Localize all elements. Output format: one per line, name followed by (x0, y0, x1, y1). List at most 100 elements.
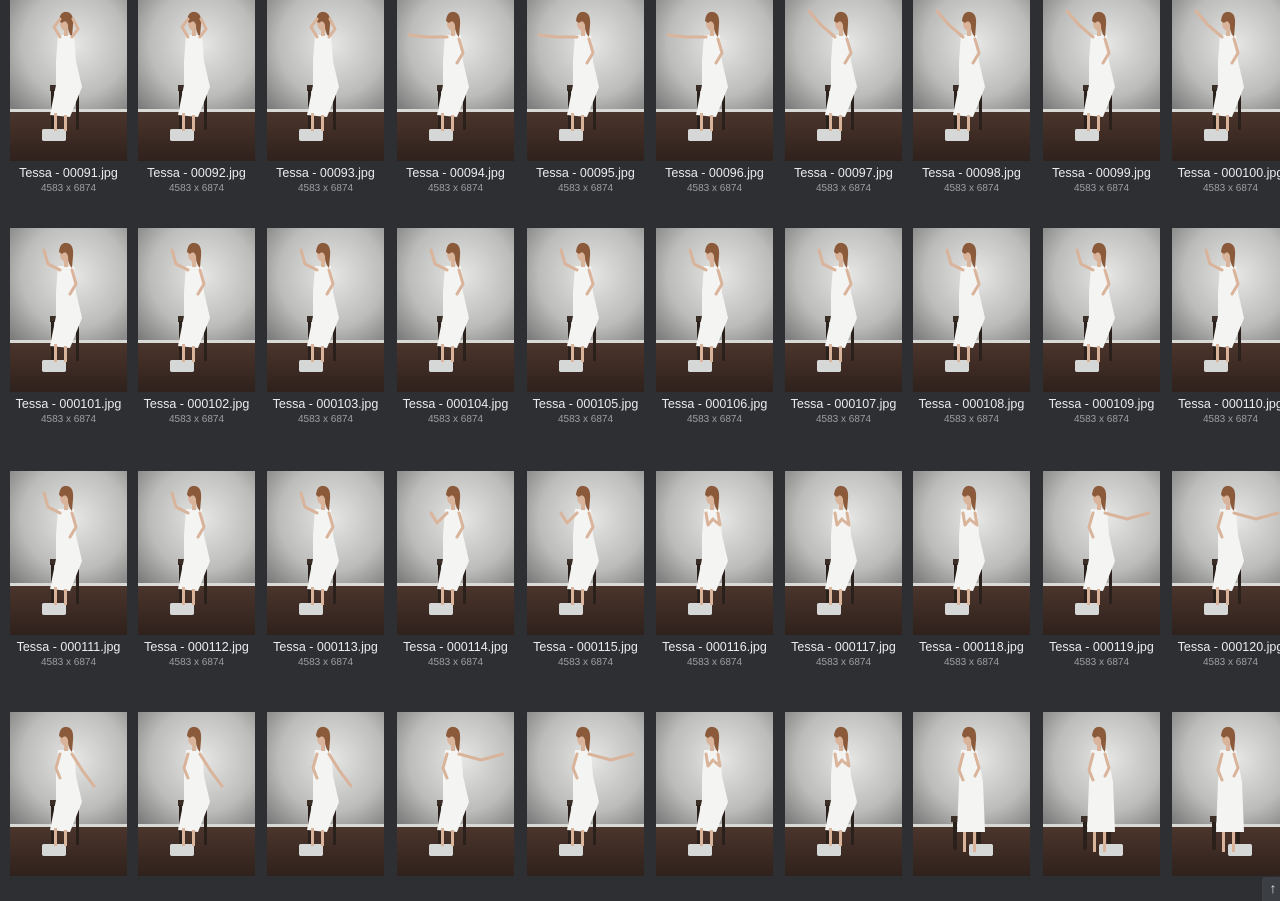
gallery-tile[interactable]: Tessa - 00096.jpg 4583 x 6874 (656, 0, 773, 217)
gallery-tile[interactable] (785, 712, 902, 898)
gallery-tile[interactable]: Tessa - 00098.jpg 4583 x 6874 (913, 0, 1030, 217)
photo-thumbnail[interactable] (527, 712, 644, 876)
photo-thumbnail[interactable] (785, 0, 902, 161)
gallery-tile[interactable]: Tessa - 000111.jpg 4583 x 6874 (10, 471, 127, 691)
photo-thumbnail[interactable] (656, 712, 773, 876)
gallery-tile[interactable] (138, 712, 255, 898)
photo-thumbnail[interactable] (397, 471, 514, 635)
photo-thumbnail[interactable] (138, 228, 255, 392)
gallery-tile[interactable]: Tessa - 000100.jpg 4583 x 6874 (1172, 0, 1280, 217)
photo-thumbnail[interactable] (1172, 712, 1280, 876)
photo-thumbnail[interactable] (267, 712, 384, 876)
gallery-tile[interactable]: Tessa - 000106.jpg 4583 x 6874 (656, 228, 773, 448)
gallery-tile[interactable]: Tessa - 00094.jpg 4583 x 6874 (397, 0, 514, 217)
image-dimensions: 4583 x 6874 (686, 414, 743, 425)
photo-thumbnail[interactable] (1172, 471, 1280, 635)
photo-thumbnail[interactable] (913, 0, 1030, 161)
scroll-to-top-button[interactable]: ↑ (1262, 877, 1280, 901)
image-dimensions: 4583 x 6874 (1202, 414, 1259, 425)
photo-thumbnail[interactable] (138, 712, 255, 876)
gallery-tile[interactable]: Tessa - 00097.jpg 4583 x 6874 (785, 0, 902, 217)
gallery-tile[interactable]: Tessa - 000116.jpg 4583 x 6874 (656, 471, 773, 691)
gallery-tile[interactable]: Tessa - 000108.jpg 4583 x 6874 (913, 228, 1030, 448)
gallery-tile[interactable] (527, 712, 644, 898)
photo-thumbnail[interactable] (656, 228, 773, 392)
file-name: Tessa - 000104.jpg (402, 397, 509, 411)
gallery-tile[interactable]: Tessa - 00099.jpg 4583 x 6874 (1043, 0, 1160, 217)
gallery-tile[interactable] (913, 712, 1030, 898)
photo-thumbnail[interactable] (1172, 0, 1280, 161)
gallery-tile[interactable]: Tessa - 000109.jpg 4583 x 6874 (1043, 228, 1160, 448)
gallery-tile[interactable] (397, 712, 514, 898)
photo-thumbnail[interactable] (138, 0, 255, 161)
photo-thumbnail[interactable] (913, 471, 1030, 635)
photo-thumbnail[interactable] (656, 0, 773, 161)
photo-thumbnail[interactable] (267, 0, 384, 161)
photo-thumbnail[interactable] (10, 228, 127, 392)
gallery-tile[interactable]: Tessa - 000114.jpg 4583 x 6874 (397, 471, 514, 691)
photo-thumbnail[interactable] (785, 712, 902, 876)
photo-thumbnail[interactable] (785, 471, 902, 635)
photo-thumbnail[interactable] (10, 712, 127, 876)
file-name: Tessa - 000111.jpg (16, 640, 121, 654)
gallery-tile[interactable]: Tessa - 000103.jpg 4583 x 6874 (267, 228, 384, 448)
photo-thumbnail[interactable] (785, 228, 902, 392)
gallery-tile[interactable]: Tessa - 000119.jpg 4583 x 6874 (1043, 471, 1160, 691)
gallery-tile[interactable]: Tessa - 000115.jpg 4583 x 6874 (527, 471, 644, 691)
file-name: Tessa - 000100.jpg (1177, 166, 1280, 180)
photo-thumbnail[interactable] (1172, 228, 1280, 392)
file-name: Tessa - 00092.jpg (147, 166, 246, 180)
file-name: Tessa - 000114.jpg (403, 640, 508, 654)
gallery-tile[interactable] (1043, 712, 1160, 898)
file-name: Tessa - 000120.jpg (1177, 640, 1280, 654)
photo-thumbnail[interactable] (1043, 471, 1160, 635)
image-dimensions: 4583 x 6874 (943, 657, 1000, 668)
gallery-tile[interactable]: Tessa - 000120.jpg 4583 x 6874 (1172, 471, 1280, 691)
gallery-tile[interactable] (10, 712, 127, 898)
gallery-tile[interactable]: Tessa - 000118.jpg 4583 x 6874 (913, 471, 1030, 691)
file-name: Tessa - 000109.jpg (1048, 397, 1155, 411)
image-dimensions: 4583 x 6874 (297, 414, 354, 425)
gallery-tile[interactable]: Tessa - 000104.jpg 4583 x 6874 (397, 228, 514, 448)
photo-thumbnail[interactable] (656, 471, 773, 635)
image-dimensions: 4583 x 6874 (1073, 657, 1130, 668)
image-dimensions: 4583 x 6874 (297, 183, 354, 194)
gallery-tile[interactable]: Tessa - 00095.jpg 4583 x 6874 (527, 0, 644, 217)
photo-thumbnail[interactable] (527, 471, 644, 635)
file-name: Tessa - 000108.jpg (918, 397, 1025, 411)
photo-thumbnail[interactable] (397, 228, 514, 392)
photo-thumbnail[interactable] (10, 471, 127, 635)
image-dimensions: 4583 x 6874 (427, 414, 484, 425)
arrow-up-icon: ↑ (1269, 880, 1277, 896)
photo-thumbnail[interactable] (10, 0, 127, 161)
photo-thumbnail[interactable] (1043, 228, 1160, 392)
photo-thumbnail[interactable] (267, 471, 384, 635)
photo-thumbnail[interactable] (397, 0, 514, 161)
gallery-tile[interactable]: Tessa - 000112.jpg 4583 x 6874 (138, 471, 255, 691)
gallery-tile[interactable]: Tessa - 000110.jpg 4583 x 6874 (1172, 228, 1280, 448)
gallery-tile[interactable]: Tessa - 00092.jpg 4583 x 6874 (138, 0, 255, 217)
gallery-tile[interactable]: Tessa - 000107.jpg 4583 x 6874 (785, 228, 902, 448)
gallery-tile[interactable]: Tessa - 00091.jpg 4583 x 6874 (10, 0, 127, 217)
gallery-tile[interactable]: Tessa - 000117.jpg 4583 x 6874 (785, 471, 902, 691)
photo-thumbnail[interactable] (1043, 0, 1160, 161)
gallery-tile[interactable] (656, 712, 773, 898)
photo-thumbnail[interactable] (913, 228, 1030, 392)
photo-thumbnail[interactable] (267, 228, 384, 392)
photo-thumbnail[interactable] (397, 712, 514, 876)
gallery-tile[interactable] (1172, 712, 1280, 898)
photo-thumbnail[interactable] (1043, 712, 1160, 876)
file-name: Tessa - 000117.jpg (791, 640, 896, 654)
gallery-tile[interactable]: Tessa - 000105.jpg 4583 x 6874 (527, 228, 644, 448)
gallery-tile[interactable]: Tessa - 000102.jpg 4583 x 6874 (138, 228, 255, 448)
gallery-tile[interactable]: Tessa - 000101.jpg 4583 x 6874 (10, 228, 127, 448)
gallery-tile[interactable]: Tessa - 00093.jpg 4583 x 6874 (267, 0, 384, 217)
gallery-tile[interactable] (267, 712, 384, 898)
photo-thumbnail[interactable] (913, 712, 1030, 876)
image-dimensions: 4583 x 6874 (557, 183, 614, 194)
photo-thumbnail[interactable] (527, 0, 644, 161)
photo-thumbnail[interactable] (138, 471, 255, 635)
gallery-tile[interactable]: Tessa - 000113.jpg 4583 x 6874 (267, 471, 384, 691)
photo-thumbnail[interactable] (527, 228, 644, 392)
file-name: Tessa - 000112.jpg (144, 640, 249, 654)
